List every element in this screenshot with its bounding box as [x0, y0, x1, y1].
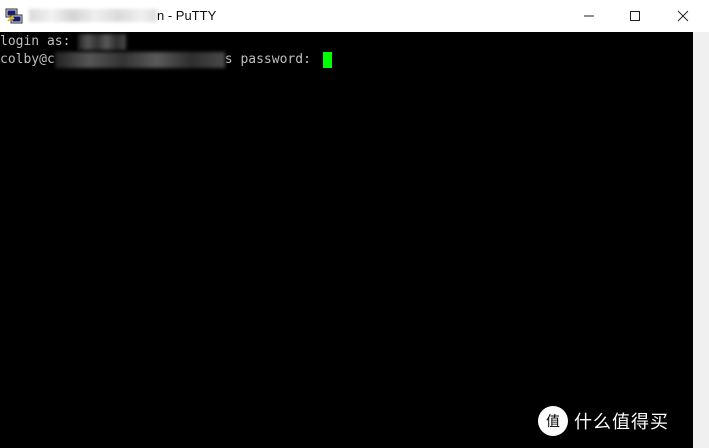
- window-title: n - PuTTY: [157, 8, 217, 23]
- password-prompt: s password:: [224, 52, 319, 67]
- login-prompt: login as:: [0, 34, 79, 49]
- watermark-logo-glyph: 值: [546, 414, 560, 430]
- watermark-logo-icon: 值: [538, 406, 568, 436]
- close-button[interactable]: [659, 0, 707, 32]
- maximize-button[interactable]: [611, 0, 659, 32]
- watermark: 值 什么值得买: [538, 404, 669, 438]
- terminal-scrollbar[interactable]: [693, 32, 709, 448]
- putty-window: n - PuTTY login as: colby@c s password:: [0, 0, 709, 448]
- maximize-icon: [629, 7, 641, 26]
- putty-icon[interactable]: [5, 7, 23, 25]
- minimize-button[interactable]: [565, 0, 613, 32]
- scrollbar-thumb[interactable]: [696, 34, 706, 444]
- username-redacted: [78, 33, 127, 50]
- title-bar[interactable]: n - PuTTY: [0, 0, 709, 32]
- login-line: login as:: [0, 32, 127, 52]
- minimize-icon: [583, 7, 595, 26]
- title-host-redacted: [29, 9, 157, 22]
- close-icon: [677, 7, 689, 26]
- watermark-text: 什么值得买: [574, 412, 669, 433]
- password-line: colby@c s password:: [0, 50, 332, 70]
- terminal-cursor: [322, 51, 332, 68]
- user-at-host-prefix: colby@c: [0, 52, 55, 67]
- terminal-area[interactable]: login as: colby@c s password:: [0, 32, 693, 448]
- hostname-redacted: [54, 51, 225, 68]
